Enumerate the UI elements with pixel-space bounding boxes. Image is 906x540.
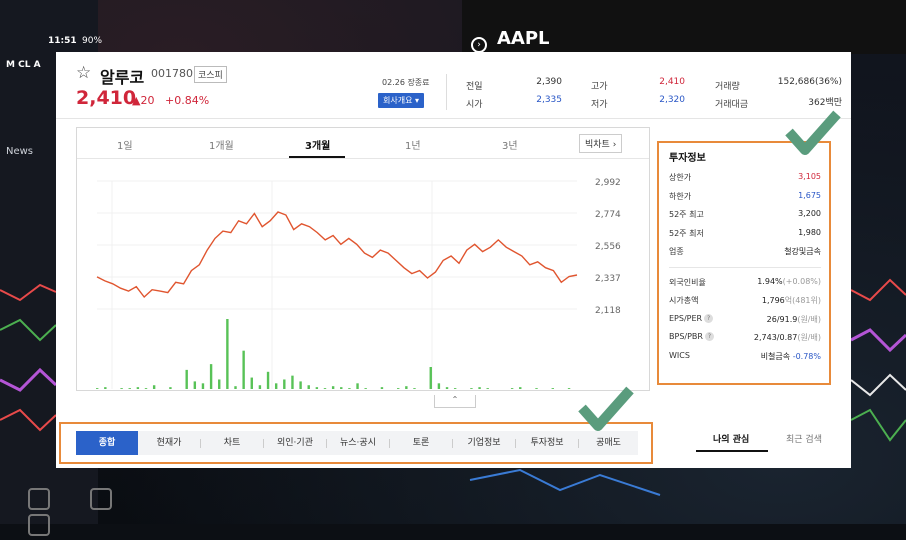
annotation-box-investment-info — [657, 141, 831, 385]
volume-bar — [364, 388, 367, 389]
volume-bar — [340, 387, 343, 389]
volume-bar — [445, 387, 449, 389]
volume-bar — [519, 387, 522, 389]
y-tick-label: 2,774 — [595, 210, 621, 220]
volume-bar — [323, 388, 327, 389]
volume-bar — [567, 388, 571, 389]
volume-bar — [380, 387, 384, 389]
collapse-chevron-icon[interactable]: ⌃ — [434, 395, 476, 408]
volume-bar — [226, 319, 229, 389]
volume-bar — [486, 388, 489, 389]
volume-bar — [136, 387, 140, 389]
big-chart-button[interactable]: 빅차트 › — [579, 134, 623, 153]
volume-bar — [453, 388, 457, 389]
high-label: 고가 — [591, 82, 608, 92]
volume-bar — [96, 388, 99, 389]
volume-bar — [291, 375, 294, 389]
volume-bar — [331, 386, 335, 389]
volume-bar — [405, 386, 408, 389]
current-price: 2,410 — [76, 87, 137, 109]
company-overview-button[interactable]: 회사개요 ▾ — [378, 93, 424, 108]
volume-bar — [274, 383, 278, 389]
tab-my-interest[interactable]: 나의 관심 — [713, 432, 749, 445]
phone-bottom-icons — [28, 488, 208, 536]
volume-label: 거래량 — [715, 82, 740, 92]
volume-bar — [250, 377, 253, 389]
volume-bar — [437, 383, 441, 389]
open-value: 2,335 — [536, 95, 562, 105]
volume-bar — [144, 388, 148, 389]
volume-bar — [551, 388, 554, 389]
volume-bar — [510, 388, 514, 389]
volume-bar — [104, 387, 107, 389]
star-icon[interactable]: ☆ — [76, 64, 91, 82]
tab-3month[interactable]: 3개월 — [305, 137, 330, 152]
y-tick-label: 2,118 — [595, 306, 621, 316]
checkmark-icon — [785, 110, 841, 155]
volume-bar — [193, 381, 197, 389]
volume-bar — [209, 364, 213, 389]
high-value: 2,410 — [659, 77, 685, 87]
low-value: 2,320 — [659, 95, 685, 105]
chart-container: 1일 1개월 3개월 1년 3년 빅차트 › 2,992 2,774 2,556 2,… — [76, 127, 650, 391]
volume-bar — [218, 379, 221, 389]
volume-bar — [356, 383, 359, 389]
stock-header: ☆ 알루코 001780 코스피 2,410 ▲20 +0.84% 02.26 … — [56, 52, 851, 118]
header-divider — [56, 118, 851, 119]
price-line — [96, 211, 578, 299]
stock-name: 알루코 — [100, 68, 145, 87]
open-label: 시가 — [466, 100, 483, 110]
volume-bar — [266, 371, 270, 389]
volume-bar — [185, 369, 188, 389]
volume-bar — [429, 367, 432, 389]
market-close-date: 02.26 장종료 — [382, 78, 430, 87]
y-tick-label: 2,992 — [595, 178, 621, 188]
volume-bar — [413, 388, 416, 389]
volume-bar — [470, 388, 473, 389]
prev-close-value: 2,390 — [536, 77, 562, 87]
amount-label: 거래대금 — [715, 100, 749, 110]
market-badge: 코스피 — [194, 66, 227, 83]
volume-bar — [234, 386, 237, 389]
tab-3year[interactable]: 3년 — [502, 137, 518, 152]
chart-period-tabs: 1일 1개월 3개월 1년 3년 빅차트 › — [77, 128, 649, 159]
tab-1year[interactable]: 1년 — [405, 137, 421, 152]
volume-bar — [535, 388, 538, 389]
volume-bar — [258, 385, 262, 389]
volume-bar — [348, 388, 351, 389]
tab-1day[interactable]: 1일 — [117, 137, 133, 152]
volume-bar — [201, 383, 205, 389]
side-tab-underline — [696, 450, 768, 452]
volume-bar — [242, 350, 245, 389]
annotation-box-nav-tabs — [59, 422, 653, 464]
prev-close-label: 전일 — [466, 82, 483, 92]
volume-bar — [128, 388, 131, 389]
volume-bar — [397, 388, 400, 389]
y-tick-label: 2,337 — [595, 274, 621, 284]
tab-1month[interactable]: 1개월 — [209, 137, 234, 152]
price-change: ▲20 — [132, 94, 155, 107]
volume-bar — [283, 379, 286, 389]
active-tab-underline — [289, 156, 345, 158]
volume-bar — [478, 387, 481, 389]
volume-bar — [169, 387, 172, 389]
low-label: 저가 — [591, 100, 608, 110]
y-tick-label: 2,556 — [595, 242, 621, 252]
price-chart[interactable]: 2,9922,7742,5562,3372,11812.0201.0202.03 — [77, 159, 649, 389]
stock-code: 001780 — [151, 67, 193, 80]
volume-bar — [307, 385, 310, 389]
checkmark-icon — [578, 386, 634, 431]
divider — [446, 74, 447, 110]
volume-bar — [152, 385, 156, 389]
volume-bar — [315, 387, 319, 389]
volume-value: 152,686(36%) — [777, 77, 842, 87]
tab-recent-search[interactable]: 최근 검색 — [786, 432, 822, 445]
volume-bar — [120, 388, 123, 389]
volume-bar — [299, 381, 302, 389]
amount-value: 362백만 — [808, 98, 842, 108]
price-change-pct: +0.84% — [165, 94, 210, 107]
